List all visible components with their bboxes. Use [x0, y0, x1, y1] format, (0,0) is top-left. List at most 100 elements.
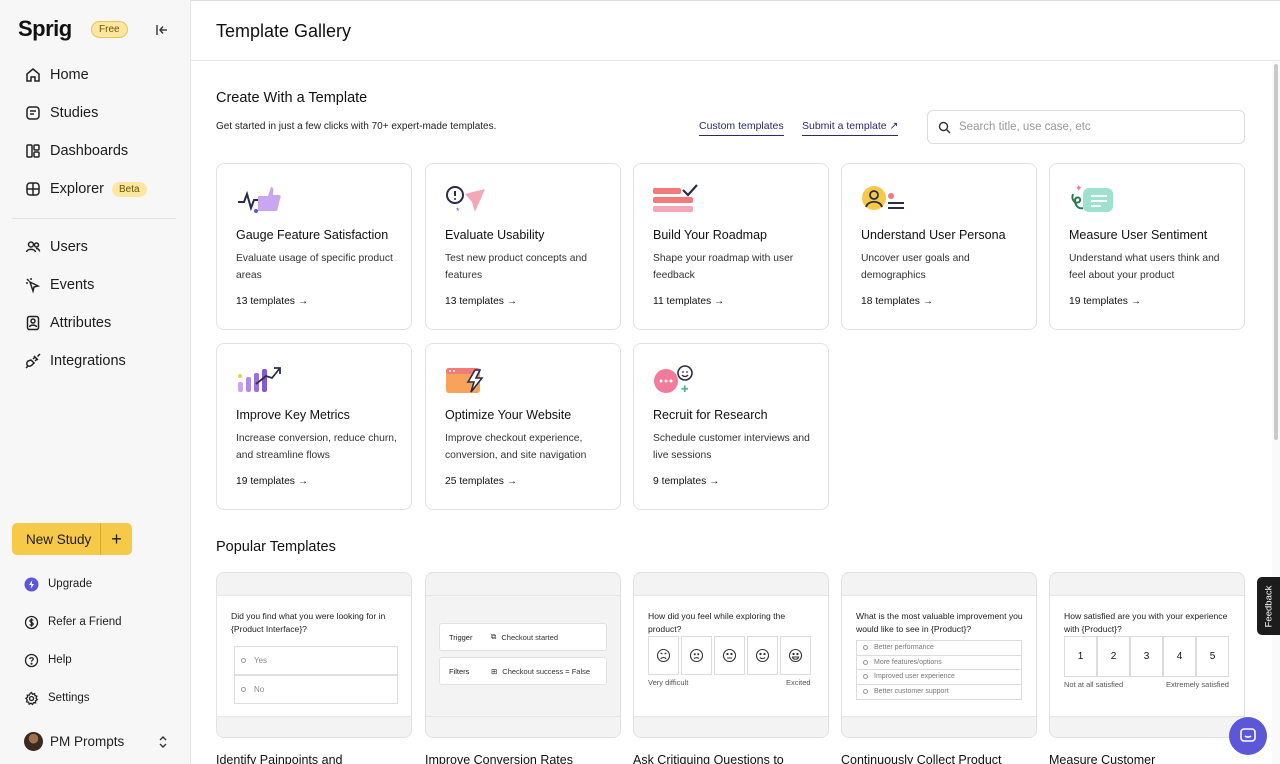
nav-item-events[interactable]: Events [0, 266, 191, 304]
primary-nav: Home Studies Dashboards Explorer Beta [0, 56, 191, 208]
settings-label: Settings [48, 692, 90, 704]
nav-label: Dashboards [50, 143, 129, 159]
scale-option: 5 [1196, 636, 1229, 677]
integrations-icon [25, 353, 41, 369]
submit-template-link[interactable]: Submit a template ↗ [802, 120, 899, 136]
nav-item-integrations[interactable]: Integrations [0, 342, 191, 380]
nav-item-dashboards[interactable]: Dashboards [0, 132, 191, 170]
nav-item-home[interactable]: Home [0, 56, 191, 94]
preview-option: More features/options [857, 656, 1021, 670]
card-count[interactable]: 18 templates → [861, 296, 933, 307]
popular-card-title[interactable]: Measure Customer [1049, 753, 1155, 764]
template-preview: Did you find what you were looking for i… [217, 595, 411, 717]
card-title: Understand User Persona [861, 228, 1006, 242]
scale-low-label: Very difficult [648, 678, 689, 687]
profile-switcher[interactable]: PM Prompts [24, 732, 124, 751]
recruit-icon: ✚ [654, 365, 693, 394]
card-count[interactable]: 13 templates → [236, 296, 308, 307]
new-study-button[interactable]: New Study + [12, 523, 132, 555]
settings-link[interactable]: Settings [24, 688, 90, 708]
website-icon [446, 368, 484, 393]
upgrade-label: Upgrade [48, 578, 93, 590]
create-subtitle: Get started in just a few clicks with 70… [216, 121, 497, 132]
plan-badge[interactable]: Free [91, 21, 128, 38]
collapse-sidebar-icon[interactable] [154, 22, 170, 38]
card-desc: Schedule customer interviews and live se… [653, 433, 810, 461]
plus-icon[interactable]: + [100, 523, 132, 555]
help-link[interactable]: Help [24, 650, 72, 670]
gear-icon [24, 691, 39, 705]
usability-icon: * [446, 186, 485, 216]
preview-options-list: Better performance More features/options… [856, 640, 1022, 700]
category-card-gauge[interactable]: Gauge Feature Satisfaction Evaluate usag… [216, 163, 412, 330]
popular-card-title[interactable]: Identify Painpoints and [216, 753, 342, 764]
card-desc: Improve checkout experience, conversion,… [445, 433, 587, 461]
help-label: Help [48, 654, 72, 666]
card-title: Gauge Feature Satisfaction [236, 228, 389, 242]
search-input[interactable] [959, 121, 1239, 133]
popular-card-title[interactable]: Continuously Collect Product [841, 753, 1002, 764]
scale-option: 1 [1064, 636, 1097, 677]
category-card-roadmap[interactable]: Build Your Roadmap Shape your roadmap wi… [633, 163, 829, 330]
template-preview: Trigger ⧉ Checkout started Filters ⊞ Checkou… [426, 595, 620, 717]
nav-label: Integrations [50, 353, 126, 369]
popular-card-painpoints[interactable]: Did you find what you were looking for i… [216, 572, 412, 738]
preview-question: What is the most valuable improvement yo… [856, 611, 1023, 634]
popular-card-critiquing[interactable]: How did you feel while exploring the pro… [633, 572, 829, 738]
card-title: Build Your Roadmap [653, 228, 767, 242]
template-preview: What is the most valuable improvement yo… [842, 595, 1036, 717]
create-section-title: Create With a Template [216, 90, 368, 106]
dashboards-icon [26, 144, 40, 158]
custom-templates-link[interactable]: Custom templates [699, 120, 784, 136]
card-count[interactable]: 11 templates → [653, 296, 724, 307]
category-card-sentiment[interactable]: ✦ Measure User Sentiment Understand what… [1049, 163, 1245, 330]
popular-card-conversion[interactable]: Trigger ⧉ Checkout started Filters ⊞ Checkou… [425, 572, 621, 738]
feedback-tab[interactable]: Feedback [1257, 577, 1280, 635]
nav-item-explorer[interactable]: Explorer Beta [0, 170, 191, 208]
search-box[interactable] [927, 110, 1245, 144]
nav-item-studies[interactable]: Studies [0, 94, 191, 132]
card-count[interactable]: 19 templates → [236, 476, 308, 487]
nav-label: Explorer [50, 181, 104, 197]
nav-item-attributes[interactable]: Attributes [0, 304, 191, 342]
face-neutral-icon [714, 636, 745, 675]
card-desc: Uncover user goals and demographics [861, 253, 970, 281]
card-desc: Understand what users think and feel abo… [1069, 253, 1220, 281]
sprig-logo[interactable]: Sprig [18, 16, 72, 42]
card-count[interactable]: 19 templates → [1069, 296, 1141, 307]
popular-card-product-feedback[interactable]: What is the most valuable improvement yo… [841, 572, 1037, 738]
scrollbar-thumb[interactable] [1274, 64, 1278, 440]
category-card-persona[interactable]: Understand User Persona Uncover user goa… [841, 163, 1037, 330]
metrics-icon [238, 367, 281, 392]
popular-section-title: Popular Templates [216, 539, 336, 555]
nav-divider [12, 218, 176, 219]
category-card-recruit[interactable]: ✚ Recruit for Research Schedule customer… [633, 343, 829, 510]
preview-question: How did you feel while exploring the pro… [648, 611, 786, 634]
nav-label: Users [50, 239, 88, 255]
card-count[interactable]: 25 templates → [445, 476, 517, 487]
face-very-happy-icon [780, 636, 811, 675]
nav-label: Studies [50, 105, 99, 121]
popular-card-satisfaction[interactable]: How satisfied are you with your experien… [1049, 572, 1245, 738]
scale-low-label: Not at all satisfied [1064, 680, 1124, 689]
card-title: Optimize Your Website [445, 408, 572, 422]
category-card-website[interactable]: Optimize Your Website Improve checkout e… [425, 343, 621, 510]
main-content: Create With a Template Get started in ju… [191, 61, 1272, 764]
chevron-updown-icon[interactable] [157, 735, 169, 749]
beta-badge: Beta [112, 181, 147, 197]
card-count[interactable]: 9 templates → [653, 476, 719, 487]
popular-card-title[interactable]: Improve Conversion Rates [425, 753, 573, 764]
dollar-icon [24, 615, 39, 629]
category-card-usability[interactable]: * Evaluate Usability Test new product co… [425, 163, 621, 330]
refer-friend-link[interactable]: Refer a Friend [24, 612, 122, 632]
chat-launcher-button[interactable] [1229, 717, 1267, 755]
card-count[interactable]: 13 templates → [445, 296, 517, 307]
popular-card-title[interactable]: Ask Critiquing Questions to [633, 753, 784, 764]
card-title: Evaluate Usability [445, 228, 545, 242]
category-card-metrics[interactable]: Improve Key Metrics Increase conversion,… [216, 343, 412, 510]
app-root: Sprig Free Home Studies Dashboards Explo… [0, 0, 1280, 764]
nav-item-users[interactable]: Users [0, 228, 191, 266]
roadmap-icon [653, 184, 698, 212]
nav-label: Attributes [50, 315, 112, 331]
upgrade-link[interactable]: Upgrade [24, 574, 92, 594]
